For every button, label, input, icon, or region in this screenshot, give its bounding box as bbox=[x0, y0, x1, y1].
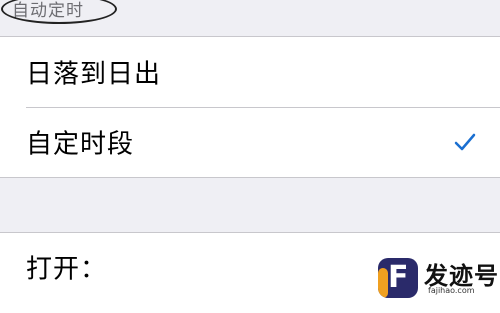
option-label: 自定时段 bbox=[26, 129, 135, 160]
schedule-option-custom-schedule[interactable]: 自定时段 bbox=[0, 107, 500, 177]
watermark: F 发迹号 fajihao.com bbox=[372, 252, 500, 300]
schedule-options-group: 日落到日出 自定时段 bbox=[0, 36, 500, 178]
watermark-logo-icon: F bbox=[378, 258, 418, 298]
watermark-domain: fajihao.com bbox=[428, 286, 475, 295]
watermark-logo-letter: F bbox=[388, 260, 409, 295]
section-header: 自动定时 bbox=[0, 0, 500, 36]
check-icon bbox=[454, 133, 476, 151]
schedule-option-sunset-to-sunrise[interactable]: 日落到日出 bbox=[0, 37, 500, 107]
open-time-label: 打开： bbox=[26, 254, 108, 285]
option-label: 日落到日出 bbox=[26, 59, 162, 90]
watermark-logo-flare bbox=[378, 268, 388, 298]
